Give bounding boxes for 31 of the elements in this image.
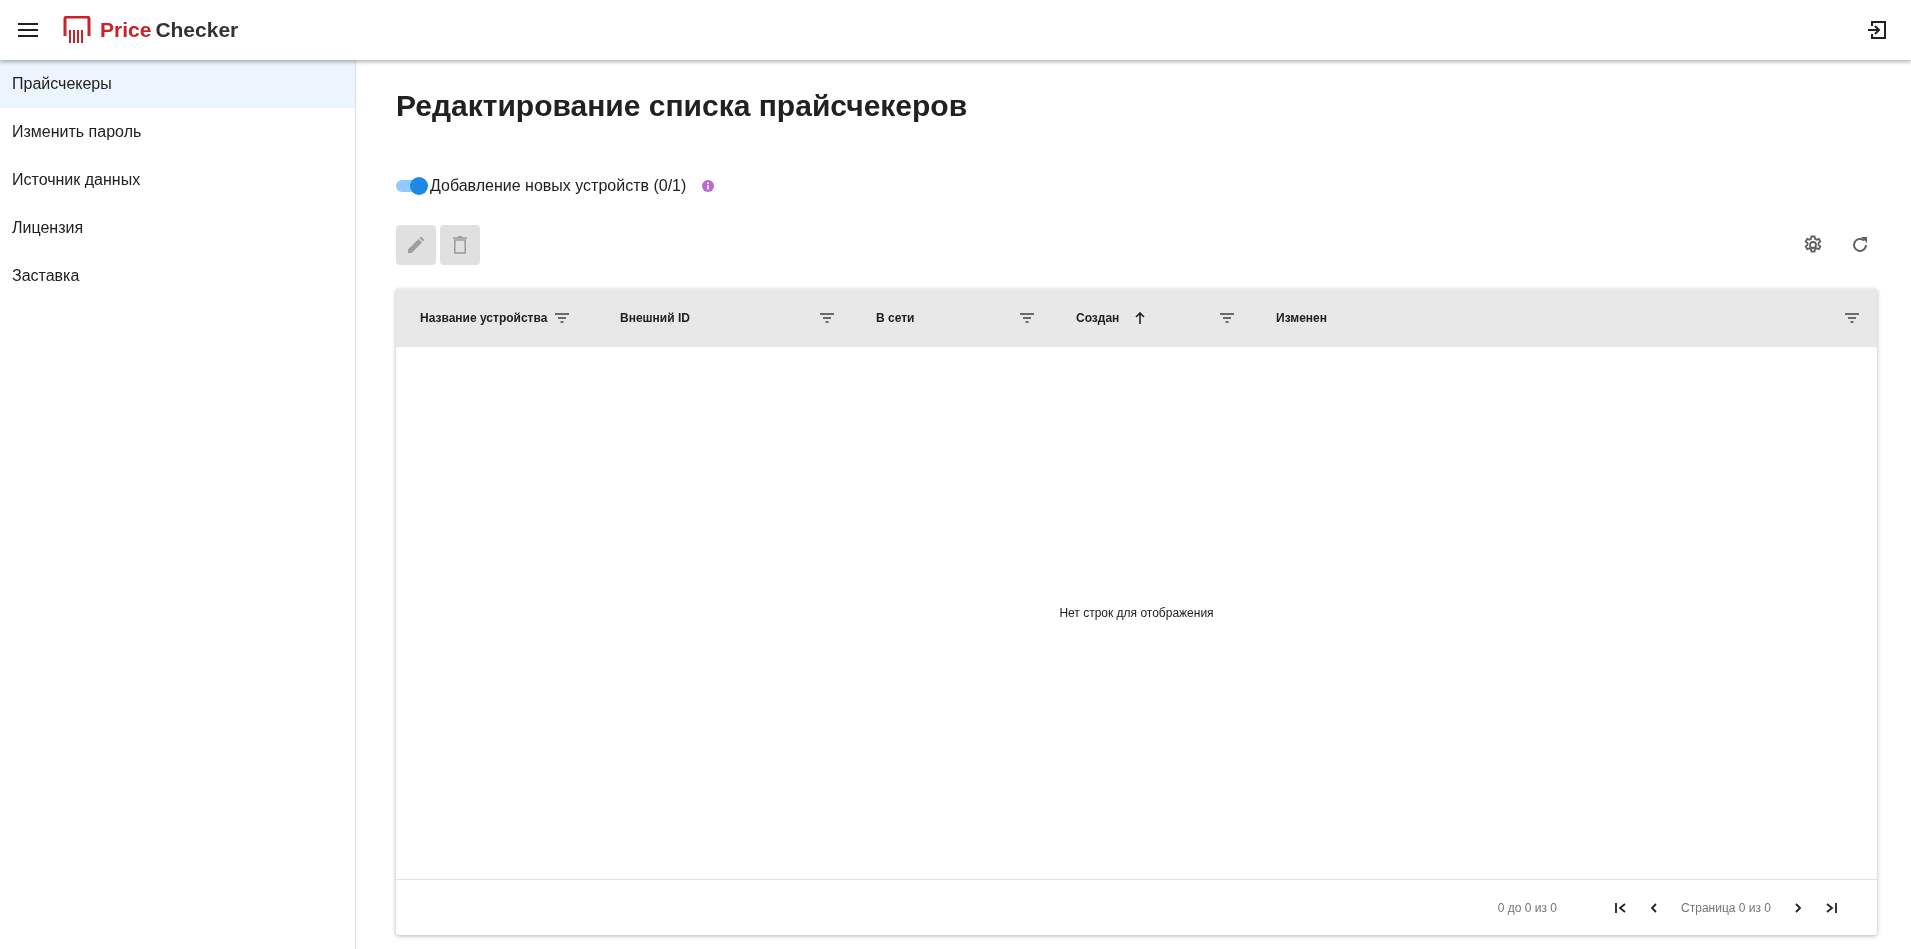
- pencil-icon: [407, 236, 425, 254]
- column-header[interactable]: Внешний ID: [620, 309, 690, 327]
- sidebar-item[interactable]: Прайсчекеры: [0, 60, 355, 108]
- page-title: Редактирование списка прайсчекеров: [396, 88, 969, 124]
- sort-up-icon[interactable]: [1135, 312, 1146, 324]
- filter-icon[interactable]: [555, 313, 570, 323]
- menu-icon[interactable]: [18, 23, 38, 37]
- filter-icon[interactable]: [1845, 313, 1859, 323]
- first-page-icon[interactable]: [1615, 902, 1627, 913]
- column-header[interactable]: Изменен: [1276, 309, 1327, 327]
- info-icon[interactable]: [702, 180, 715, 192]
- filter-icon[interactable]: [820, 313, 834, 323]
- column-header[interactable]: В сети: [876, 309, 915, 327]
- filter-icon[interactable]: [1220, 313, 1234, 323]
- logo-text: Price: [100, 17, 152, 44]
- column-header[interactable]: Название устройства: [420, 309, 548, 327]
- trash-icon: [453, 236, 467, 254]
- settings-icon[interactable]: [1803, 235, 1823, 255]
- filter-icon[interactable]: [1020, 313, 1034, 323]
- row-range: 0 до 0 из 0: [1497, 899, 1558, 917]
- next-page-icon[interactable]: [1795, 902, 1802, 913]
- toggle-label: Добавление новых устройств (0/1): [430, 176, 687, 196]
- previous-page-icon[interactable]: [1650, 902, 1658, 913]
- empty-message: Нет строк для отображения: [1059, 605, 1214, 622]
- refresh-icon[interactable]: [1851, 236, 1869, 254]
- logout-icon[interactable]: [1867, 20, 1887, 40]
- logo-icon: [62, 16, 92, 44]
- page-indicator: Страница 0 из 0: [1681, 899, 1771, 917]
- column-header[interactable]: Создан: [1076, 309, 1120, 327]
- last-page-icon[interactable]: [1826, 902, 1837, 913]
- logo-text: Checker: [155, 17, 239, 44]
